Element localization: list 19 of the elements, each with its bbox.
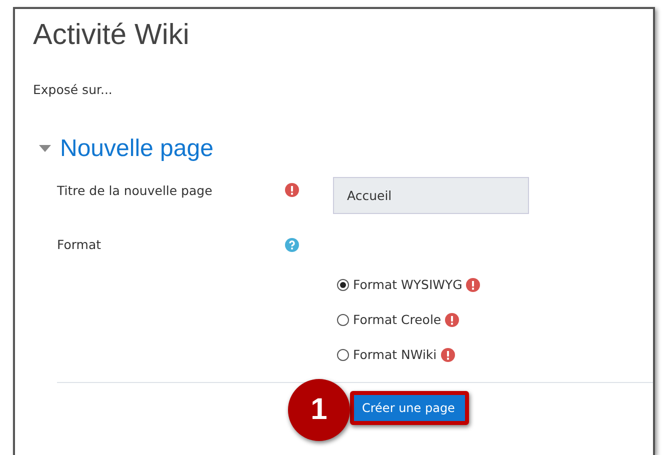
field-label: Format [57,237,102,252]
radio-button[interactable] [337,348,349,360]
required-icon [440,348,455,362]
input-field[interactable]: Accueil [333,177,529,214]
description: Exposé sur... [33,82,112,97]
section-title[interactable]: Nouvelle page [60,135,214,163]
option-label[interactable]: Format WYSIWYG [353,277,462,292]
create-page-button[interactable]: Créer une page [350,391,469,425]
page-title: Activité Wiki [33,19,190,52]
field-label: Titre de la nouvelle page [57,182,212,198]
option-label[interactable]: Format Creole [353,312,442,327]
radio-button[interactable] [337,314,349,326]
required-icon [466,278,480,292]
required-icon [445,312,460,326]
step-badge: 1 [288,379,350,441]
collapse-icon[interactable] [39,145,51,153]
radio-button[interactable] [337,278,349,290]
required-icon [285,183,299,197]
option-label[interactable]: Format NWiki [353,347,437,362]
